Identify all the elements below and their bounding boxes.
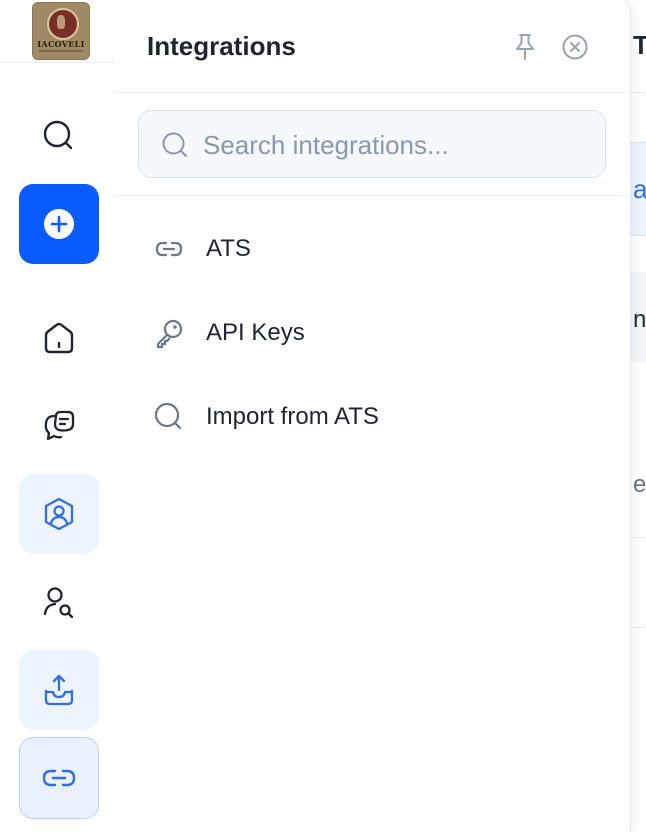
- menu-item-label: Import from ATS: [206, 403, 379, 430]
- user-shield-icon: [44, 497, 74, 531]
- rail-find-candidates-button[interactable]: [19, 562, 99, 642]
- integrations-search: [138, 110, 606, 178]
- background-text-fragment: n: [633, 306, 646, 333]
- rail-export-button[interactable]: [19, 650, 99, 730]
- logo-seal-icon: [47, 8, 79, 40]
- rail-messages-button[interactable]: [19, 386, 99, 466]
- user-search-icon: [43, 587, 74, 619]
- rail-integrations-button[interactable]: [19, 737, 99, 819]
- search-divider: [114, 195, 630, 196]
- close-circle-icon: [562, 34, 588, 60]
- inbox-upload-icon: [44, 674, 74, 706]
- background-divider: [630, 92, 646, 93]
- background-divider: [630, 537, 646, 538]
- home-icon: [44, 322, 74, 354]
- plus-circle-icon: [44, 209, 74, 239]
- key-icon: [152, 316, 186, 350]
- integrations-panel: Integrations Search integrations... ATS …: [114, 0, 631, 832]
- logo-wordmark: IACOVELI: [37, 39, 85, 49]
- menu-item-ats[interactable]: ATS: [138, 219, 606, 279]
- header-divider: [114, 92, 630, 93]
- panel-title: Integrations: [147, 31, 296, 61]
- brand-logo[interactable]: IACOVELI: [32, 2, 90, 60]
- menu-item-api-keys[interactable]: API Keys: [138, 303, 606, 363]
- rail-profile-button[interactable]: [19, 474, 99, 554]
- search-icon: [162, 132, 187, 157]
- link-icon: [42, 769, 76, 787]
- background-tab-fragment: a: [633, 174, 646, 204]
- menu-item-label: API Keys: [206, 319, 305, 346]
- background-divider: [630, 627, 646, 628]
- search-icon: [152, 400, 186, 434]
- rail-search-button[interactable]: [19, 96, 99, 176]
- background-page: [630, 0, 646, 832]
- rail-home-button[interactable]: [19, 298, 99, 378]
- pin-icon: [516, 34, 534, 60]
- left-nav-rail: IACOVELI: [0, 0, 115, 832]
- pin-panel-button[interactable]: [511, 31, 539, 63]
- link-icon: [152, 232, 186, 266]
- close-panel-button[interactable]: [561, 33, 589, 61]
- search-input[interactable]: [203, 125, 583, 165]
- logo-tagline: [39, 50, 83, 52]
- background-heading-fragment: T: [633, 30, 646, 60]
- search-icon: [43, 120, 73, 150]
- chat-bubbles-icon: [44, 410, 75, 441]
- menu-item-label: ATS: [206, 235, 251, 262]
- rail-divider: [0, 62, 114, 63]
- app-window: T a n es IACOVELI: [0, 0, 646, 832]
- background-text-fragment: es: [633, 471, 646, 498]
- rail-create-button[interactable]: [19, 184, 99, 264]
- menu-item-import-from-ats[interactable]: Import from ATS: [138, 387, 606, 447]
